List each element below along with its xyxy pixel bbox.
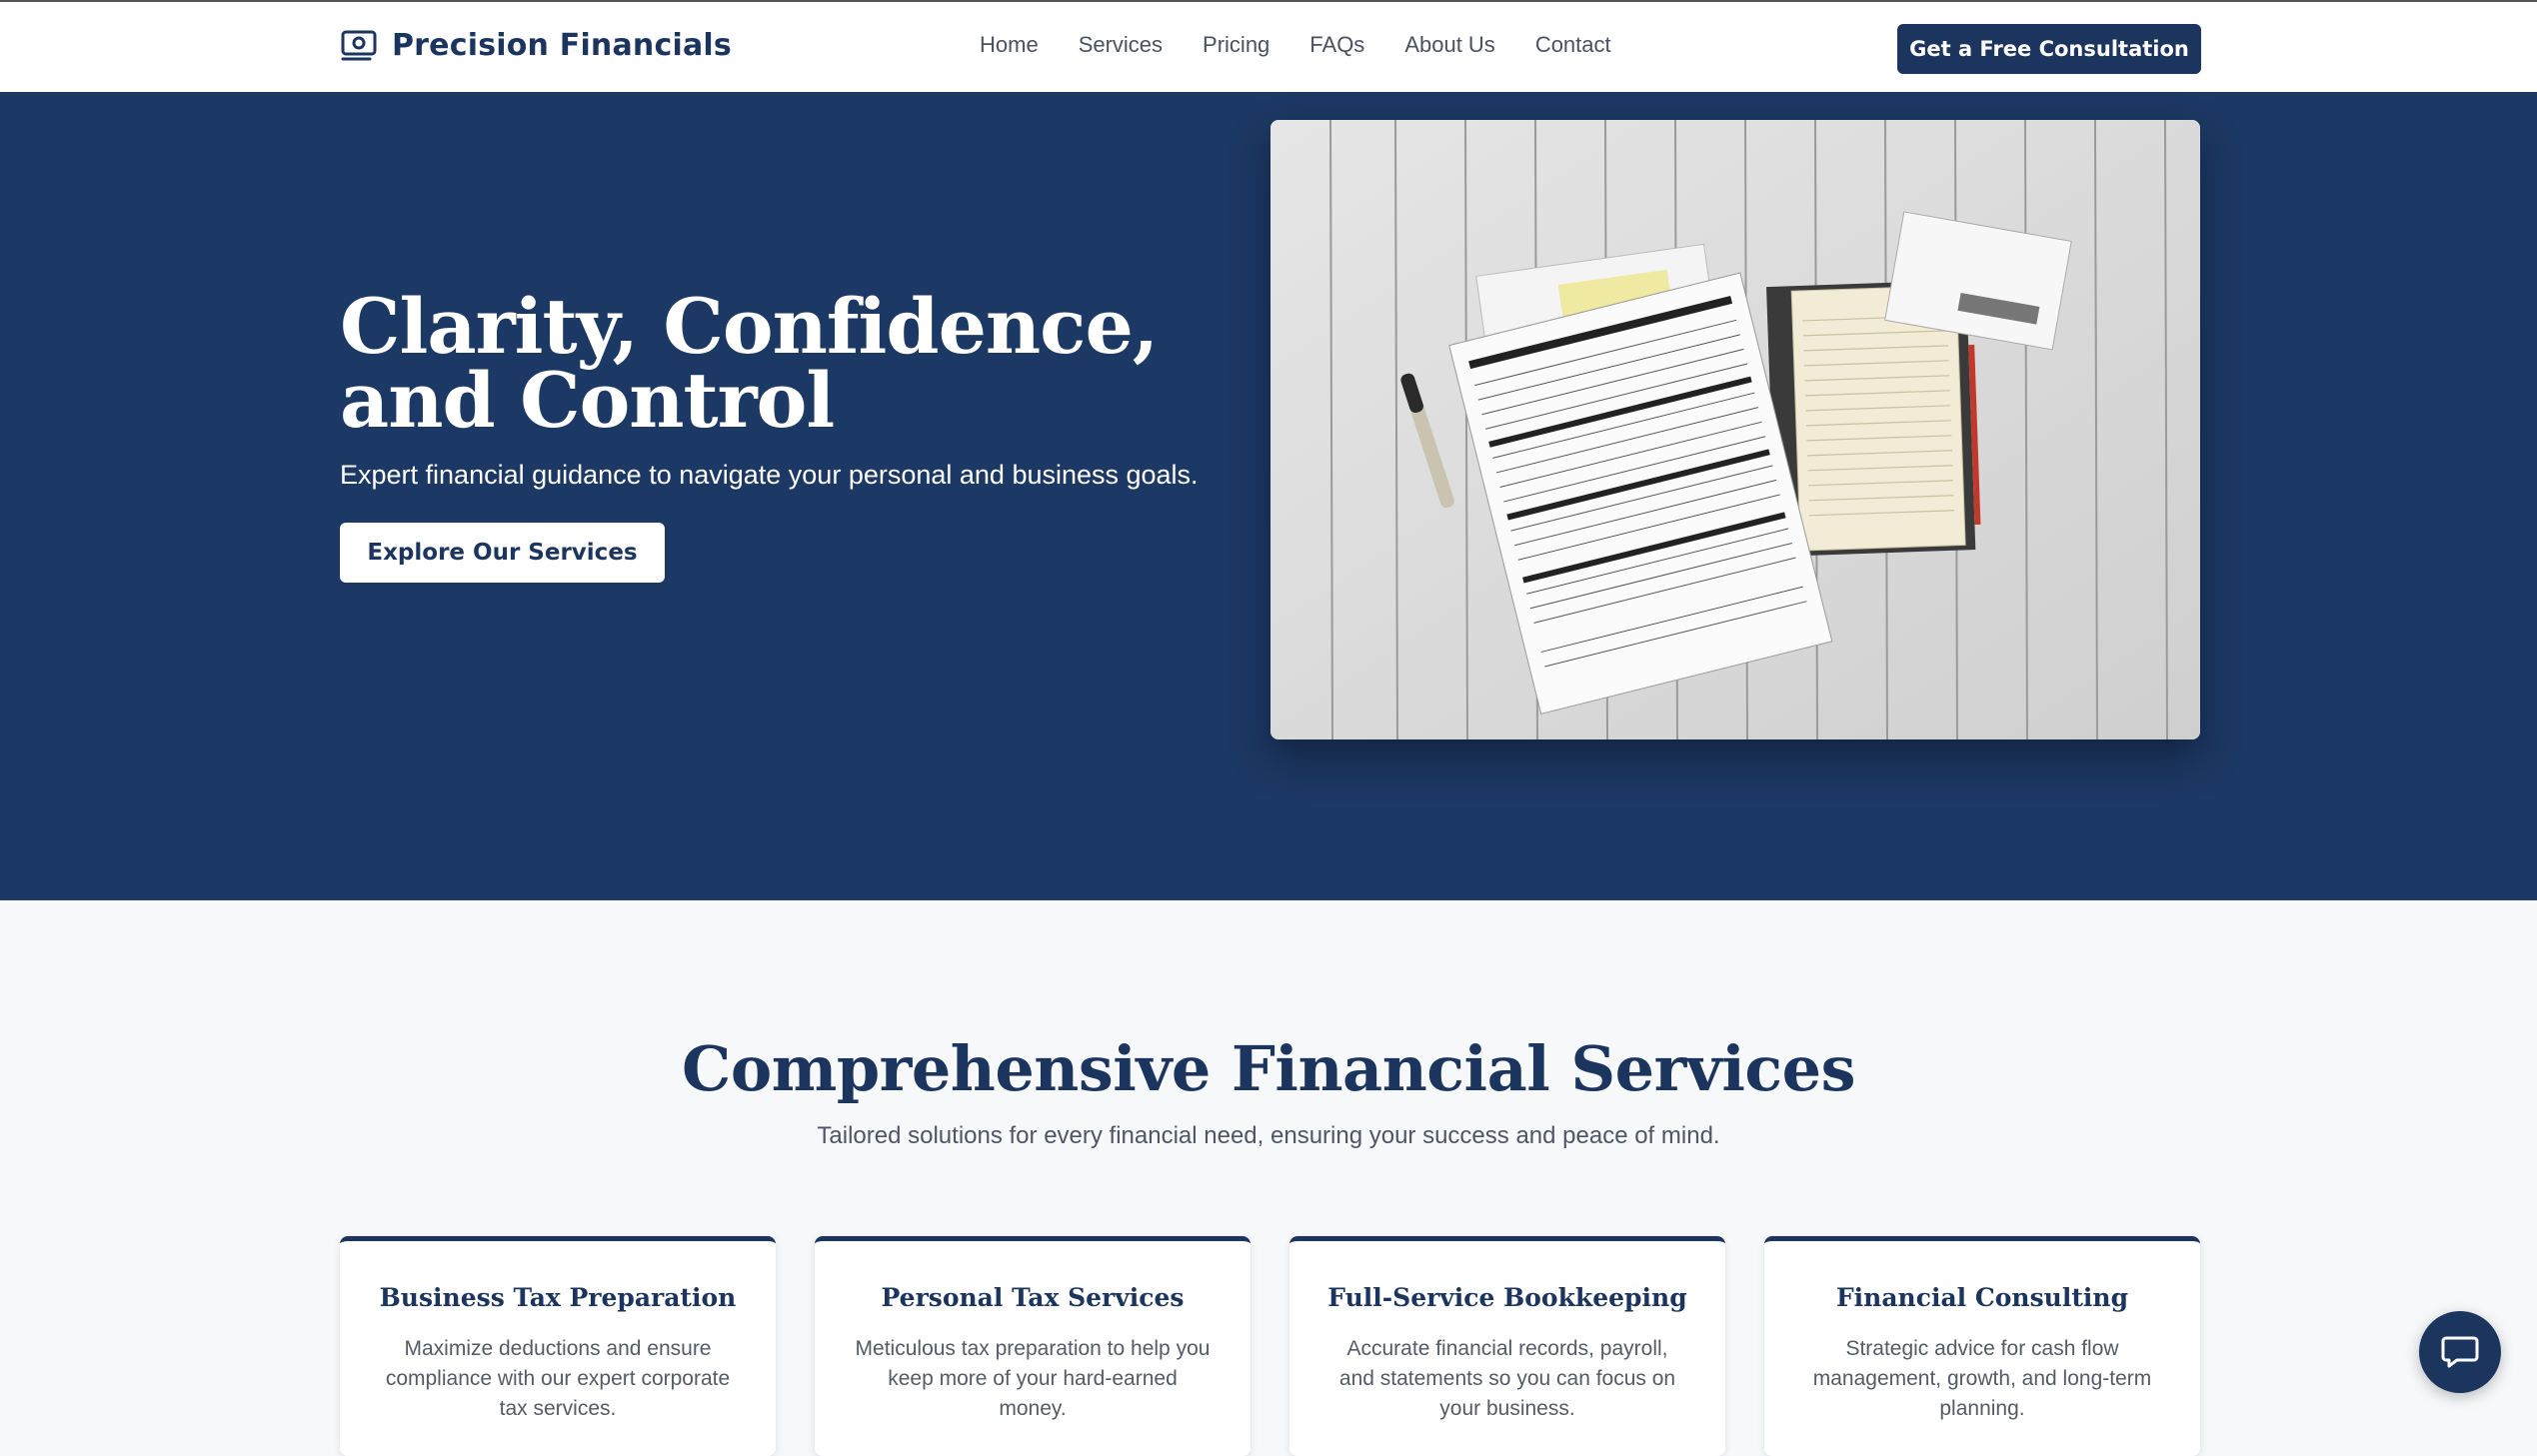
hero-image [1270, 120, 2200, 739]
service-card-title: Full-Service Bookkeeping [1327, 1283, 1687, 1312]
service-card-bookkeeping[interactable]: Full-Service Bookkeeping Accurate financ… [1289, 1236, 1725, 1456]
services-section: Comprehensive Financial Services Tailore… [0, 900, 2537, 1456]
services-title: Comprehensive Financial Services [682, 1032, 1855, 1105]
service-card-consulting[interactable]: Financial Consulting Strategic advice fo… [1764, 1236, 2200, 1456]
service-card-personal-tax[interactable]: Personal Tax Services Meticulous tax pre… [815, 1236, 1251, 1456]
money-bill-icon [341, 30, 377, 60]
navbar: Precision Financials Home Services Prici… [0, 0, 2537, 92]
brand-name: Precision Financials [392, 28, 732, 63]
service-card-title: Personal Tax Services [881, 1283, 1185, 1312]
nav-about-us[interactable]: About Us [1404, 32, 1495, 58]
nav-home[interactable]: Home [980, 32, 1039, 58]
chat-bubble-icon [2441, 1336, 2479, 1368]
tax-documents-photo [1270, 120, 2200, 739]
service-card-business-tax[interactable]: Business Tax Preparation Maximize deduct… [340, 1236, 776, 1456]
hero-subtitle: Expert financial guidance to navigate yo… [340, 460, 1199, 490]
chat-widget-button[interactable] [2419, 1311, 2501, 1393]
service-card-description: Meticulous tax preparation to help you k… [855, 1337, 1211, 1420]
service-card-description: Maximize deductions and ensure complianc… [385, 1337, 731, 1420]
service-card-title: Financial Consulting [1835, 1283, 2129, 1312]
service-card-description: Strategic advice for cash flow managemen… [1812, 1337, 2152, 1420]
service-card-title: Business Tax Preparation [379, 1283, 737, 1312]
explore-services-button[interactable]: Explore Our Services [340, 523, 665, 583]
hero-title: Clarity, Confidence, and Control [340, 282, 1159, 445]
brand-logo[interactable]: Precision Financials [340, 28, 732, 63]
hero-section: Clarity, Confidence, and Control Expert … [0, 92, 2537, 900]
service-card-description: Accurate financial records, payroll, and… [1338, 1337, 1676, 1420]
nav-services[interactable]: Services [1079, 32, 1163, 58]
main-nav: Home Services Pricing FAQs About Us Cont… [980, 32, 1611, 58]
services-subtitle: Tailored solutions for every financial n… [817, 1122, 1720, 1149]
nav-contact[interactable]: Contact [1535, 32, 1611, 58]
nav-pricing[interactable]: Pricing [1203, 32, 1269, 58]
nav-faqs[interactable]: FAQs [1309, 32, 1364, 58]
free-consultation-button[interactable]: Get a Free Consultation [1897, 24, 2201, 74]
